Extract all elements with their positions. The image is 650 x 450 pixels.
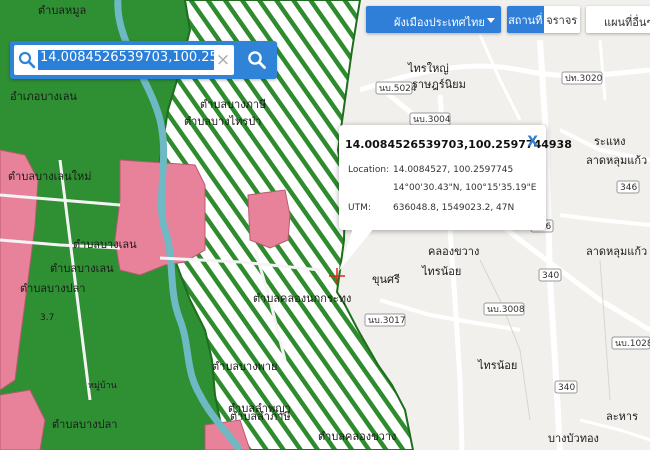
label-amphoe: อำเภอบางเลน [10,90,77,103]
label-tambon-3: ตำบลบางภาษี [200,98,266,111]
label-ratniyom: ราษฎร์นิยม [412,78,466,91]
svg-text:นบ.5024: นบ.5024 [379,84,417,94]
map-type-toggle: สถานที่ จราจร [507,6,580,33]
search-bar: 14.0084526539703,100.2597744938 × [10,41,277,79]
svg-text:นบ.3017: นบ.3017 [368,316,406,326]
road-shield-8: นบ.3017 [364,313,406,327]
popup-pointer [339,228,374,271]
location-decimal: 14.0084527, 100.2597745 [393,165,514,175]
label-lahan: ละหาร [606,410,638,423]
road-shield-1: นบ.5024 [375,81,417,95]
svg-text:340: 340 [558,383,575,393]
label-sai-noi: ไทรน้อย [421,265,461,278]
label-tambon-25: ตำบลบางเลน [50,262,114,275]
svg-text:นบ.1028: นบ.1028 [615,339,650,349]
location-dms: 14°00'30.43"N, 100°15'35.19"E [393,183,537,193]
road-shield-10: นบ.1028 [611,336,650,350]
layer-dropdown[interactable]: ผังเมืองประเทศไทย [366,6,501,33]
road-shield-2: ปท.3020 [561,71,603,85]
road-shield-9: 340 [554,380,578,394]
search-button[interactable] [236,41,277,79]
close-icon[interactable]: × [214,49,232,71]
svg-text:340: 340 [542,271,559,281]
road-shield-6: 340 [538,268,562,282]
label-tambon-5: ตำบลบางเลน [73,238,137,251]
svg-text:นบ.3004: นบ.3004 [413,115,451,125]
close-icon[interactable]: X [527,134,538,150]
label-tambon-20: ตำบลบางปลา [52,418,117,431]
label-sai-yai: ไทรใหญ่ [407,62,449,75]
search-box: 14.0084526539703,100.2597744938 × [14,45,234,75]
label-tambon-7: ตำบลบางปลา [20,282,85,295]
utm-label: UTM: [348,203,371,213]
location-label: Location: [348,165,390,175]
label-khun-si: ขุนศรี [372,273,400,286]
road-shield-4: 346 [616,180,640,194]
label-tambon-27: ตำบลบางพาย [212,360,277,373]
coordinate-popup: 14.0084526539703,100.2597744938 X Locati… [339,125,572,230]
svg-text:นบ.3008: นบ.3008 [487,305,525,315]
label-sai-noi-2: ไทรน้อย [477,359,517,372]
label-tambon-22: ตำบลคลองขวาง [318,430,396,443]
label-tambon-8: ตำบลบางเลนใหม่ [8,170,91,183]
label-number: 3.7 [40,313,54,323]
label-lat-lum-kaeo-2: ลาดหลุมแก้ว [586,245,647,258]
search-icon [18,51,36,69]
label-khlong-khwang: คลองขวาง [428,245,479,258]
svg-text:346: 346 [620,183,637,193]
label-village: หมู่บ้าน [88,380,117,391]
search-input[interactable]: 14.0084526539703,100.2597744938 [38,50,214,70]
search-icon [247,51,266,69]
road-shield-3: นบ.3004 [409,112,451,126]
other-maps-button[interactable]: แผนที่อื่นๆ [586,6,650,33]
other-maps-label: แผนที่อื่นๆ [604,16,650,29]
svg-text:ปท.3020: ปท.3020 [565,74,603,84]
label-rahaeng: ระแหง [594,135,626,148]
chevron-down-icon [487,18,495,23]
label-tambon-1: ตำบลหมูล [38,4,86,17]
tab-traffic[interactable]: จราจร [543,6,580,33]
label-bang-bua-thong: บางบัวทอง [548,432,599,445]
label-tambon-26: ตำบลลำพญา [228,402,291,415]
label-tambon-6: ตำบลคลองนกกระทุง [253,292,351,305]
road-shield-7: นบ.3008 [483,302,525,316]
tab-places[interactable]: สถานที่ [507,6,544,33]
label-lat-lum-kaeo-1: ลาดหลุมแก้ว [586,154,647,167]
layer-dropdown-label: ผังเมืองประเทศไทย [394,16,485,29]
utm-value: 636048.8, 1549023.2, 47N [393,203,515,213]
label-tambon-4: ตำบลบางไทรป่า [184,115,261,128]
